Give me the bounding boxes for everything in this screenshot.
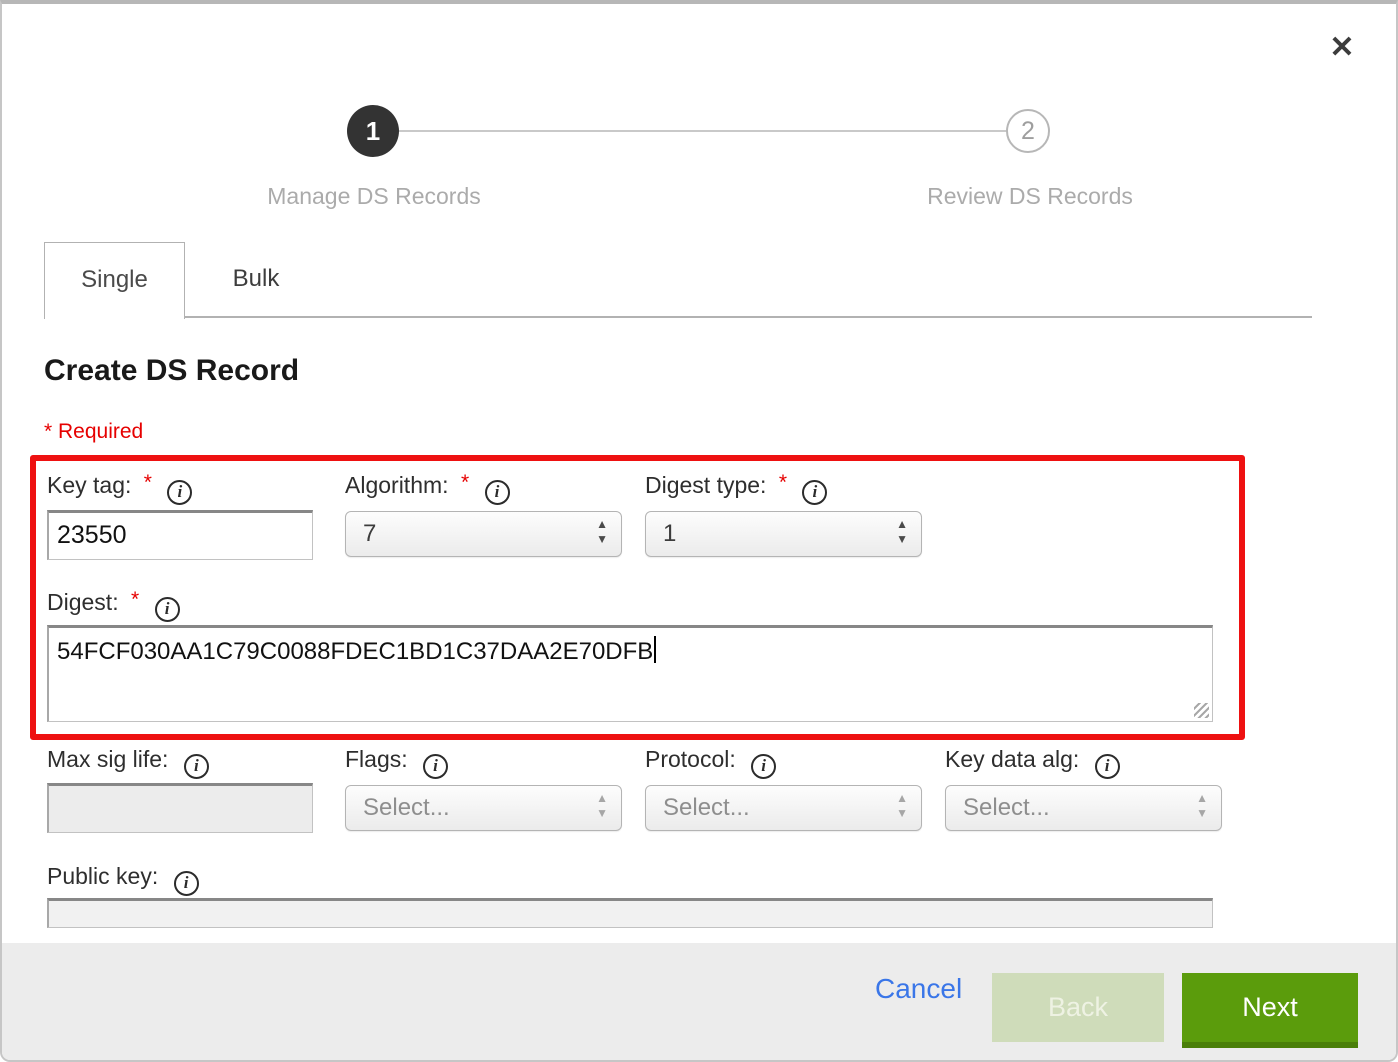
key-tag-label: Key tag: * i (47, 471, 192, 505)
flags-label: Flags: i (345, 746, 448, 779)
info-icon-glyph: i (804, 482, 825, 502)
info-icon-glyph: i (186, 756, 207, 776)
required-asterisk: * (779, 471, 787, 494)
select-arrows-icon: ▲ ▼ (896, 793, 908, 823)
arrow-down-icon: ▼ (596, 808, 608, 823)
info-icon-glyph: i (1097, 756, 1118, 776)
select-arrows-icon: ▲ ▼ (596, 519, 608, 549)
algorithm-selected-value: 7 (363, 520, 376, 548)
close-icon[interactable]: ✕ (1320, 26, 1364, 70)
key-tag-label-text: Key tag: (47, 472, 131, 498)
create-ds-record-dialog: ✕ 1 2 Manage DS Records Review DS Record… (0, 0, 1398, 1062)
select-arrows-icon: ▲ ▼ (896, 519, 908, 549)
arrow-down-icon: ▼ (596, 534, 608, 549)
required-asterisk: * (461, 471, 469, 494)
max-sig-life-input (47, 783, 313, 833)
info-icon[interactable]: i (485, 480, 510, 505)
info-icon-glyph: i (169, 482, 190, 502)
key-data-alg-label: Key data alg: i (945, 746, 1120, 779)
digest-textarea[interactable]: 54FCF030AA1C79C0088FDEC1BD1C37DAA2E70DFB (47, 625, 1213, 722)
select-arrows-icon: ▲ ▼ (1196, 793, 1208, 823)
tab-single[interactable]: Single (44, 242, 185, 319)
key-tag-value: 23550 (57, 521, 127, 549)
key-data-alg-label-text: Key data alg: (945, 746, 1079, 772)
info-icon-glyph: i (487, 482, 508, 502)
digest-type-selected-value: 1 (663, 520, 676, 548)
info-icon[interactable]: i (802, 480, 827, 505)
arrow-down-icon: ▼ (1196, 808, 1208, 823)
info-icon[interactable]: i (155, 597, 180, 622)
textarea-resize-handle[interactable] (1194, 703, 1209, 718)
algorithm-label: Algorithm: * i (345, 471, 510, 505)
max-sig-life-label: Max sig life: i (47, 746, 209, 779)
flags-selected-value: Select... (363, 794, 450, 822)
text-cursor (654, 636, 656, 663)
algorithm-label-text: Algorithm: (345, 472, 449, 498)
page-title: Create DS Record (44, 354, 299, 388)
digest-label: Digest: * i (47, 588, 180, 622)
algorithm-select[interactable]: 7 ▲ ▼ (345, 511, 622, 557)
info-icon[interactable]: i (174, 871, 199, 896)
back-button: Back (992, 973, 1164, 1042)
info-icon[interactable]: i (751, 754, 776, 779)
info-icon[interactable]: i (1095, 754, 1120, 779)
info-icon[interactable]: i (167, 480, 192, 505)
cancel-button[interactable]: Cancel (875, 973, 962, 1005)
required-asterisk: * (131, 588, 139, 611)
flags-select[interactable]: Select... ▲ ▼ (345, 785, 622, 831)
next-button[interactable]: Next (1182, 973, 1358, 1048)
digest-type-label-text: Digest type: (645, 472, 766, 498)
digest-type-select[interactable]: 1 ▲ ▼ (645, 511, 922, 557)
protocol-label-text: Protocol: (645, 746, 736, 772)
info-icon-glyph: i (753, 756, 774, 776)
digest-label-text: Digest: (47, 589, 119, 615)
key-tag-input[interactable]: 23550 (47, 510, 313, 560)
required-note: * Required (44, 420, 143, 444)
arrow-down-icon: ▼ (896, 808, 908, 823)
digest-type-label: Digest type: * i (645, 471, 827, 505)
stepper-step-1-circle: 1 (347, 105, 399, 157)
digest-value: 54FCF030AA1C79C0088FDEC1BD1C37DAA2E70DFB (57, 638, 653, 665)
stepper-step-1-label: Manage DS Records (224, 183, 524, 210)
stepper-step-2-label: Review DS Records (880, 183, 1180, 210)
required-asterisk: * (144, 471, 152, 494)
info-icon[interactable]: i (184, 754, 209, 779)
dialog-footer: Cancel Back Next (2, 943, 1396, 1060)
info-icon-glyph: i (157, 599, 178, 619)
protocol-select[interactable]: Select... ▲ ▼ (645, 785, 922, 831)
stepper-connector-line (398, 130, 1010, 132)
info-icon-glyph: i (425, 756, 446, 776)
select-arrows-icon: ▲ ▼ (596, 793, 608, 823)
public-key-label: Public key: i (47, 863, 199, 896)
flags-label-text: Flags: (345, 746, 408, 772)
public-key-label-text: Public key: (47, 863, 158, 889)
arrow-down-icon: ▼ (896, 534, 908, 549)
info-icon[interactable]: i (423, 754, 448, 779)
tab-bulk[interactable]: Bulk (185, 242, 327, 319)
key-data-alg-select[interactable]: Select... ▲ ▼ (945, 785, 1222, 831)
max-sig-life-label-text: Max sig life: (47, 746, 168, 772)
protocol-label: Protocol: i (645, 746, 776, 779)
protocol-selected-value: Select... (663, 794, 750, 822)
stepper-step-2-circle: 2 (1006, 109, 1050, 153)
key-data-alg-selected-value: Select... (963, 794, 1050, 822)
info-icon-glyph: i (176, 873, 197, 893)
public-key-textarea[interactable] (47, 898, 1213, 928)
